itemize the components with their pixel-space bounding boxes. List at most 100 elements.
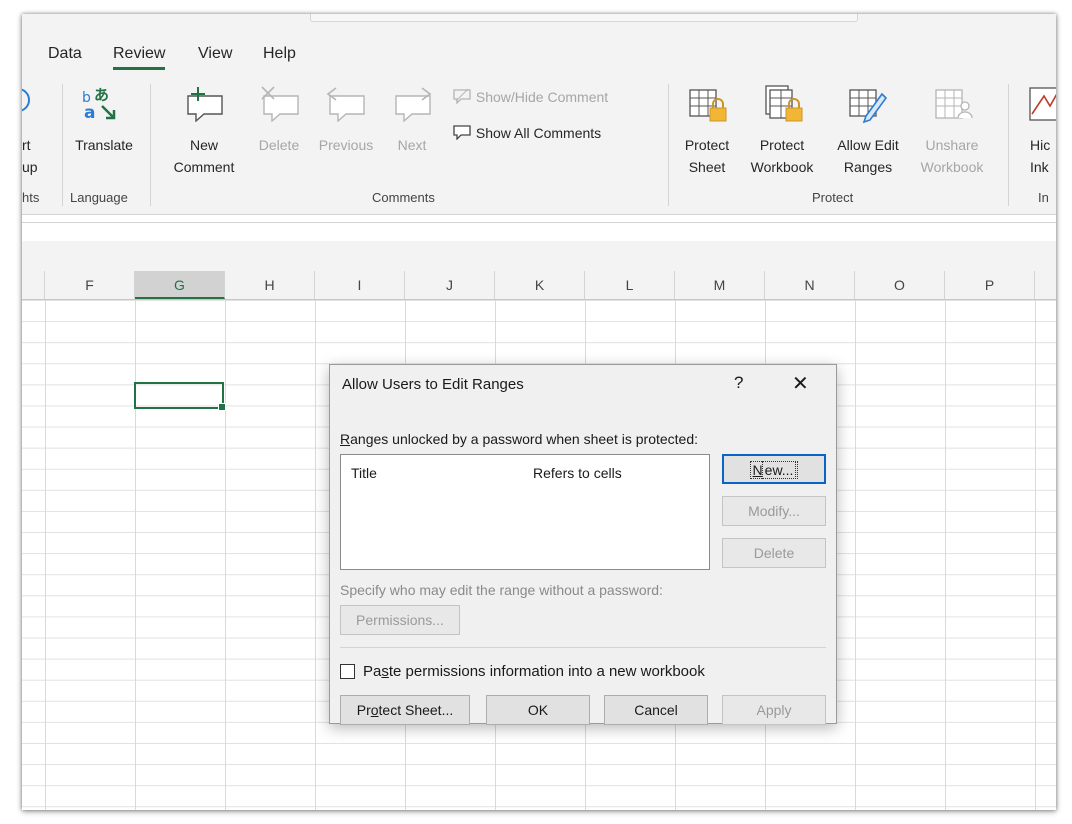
tab-view[interactable]: View <box>198 45 232 63</box>
list-header-refers[interactable]: Refers to cells <box>533 465 622 481</box>
language-group-label: Language <box>70 190 128 205</box>
close-icon[interactable]: ✕ <box>792 371 809 396</box>
new-comment-label-2: Comment <box>173 159 235 175</box>
show-all-comments-label: Show All Comments <box>475 125 602 141</box>
specify-label: Specify who may edit the range without a… <box>340 582 663 598</box>
protect-workbook-button[interactable]: Protect Workbook <box>742 134 822 178</box>
paste-label-pre: Pa <box>363 663 382 680</box>
allow-edit-ranges-label-1: Allow Edit <box>837 137 899 153</box>
smart-lookup-button[interactable]: rt up <box>22 134 38 178</box>
previous-comment-button[interactable]: Previous <box>312 134 380 156</box>
new-comment-label-1: New <box>189 137 218 153</box>
paste-label-mnemonic: s <box>381 663 389 680</box>
search-box[interactable] <box>310 14 858 22</box>
ranges-label: Ranges unlocked by a password when sheet… <box>340 431 698 447</box>
modify-range-button[interactable]: Modify... <box>722 496 826 526</box>
help-button[interactable]: ? <box>734 373 743 393</box>
ranges-list[interactable]: Title Refers to cells <box>340 454 710 570</box>
allow-edit-ranges-icon <box>848 84 888 133</box>
protect-workbook-icon <box>764 84 804 133</box>
protect-label-pre: Pr <box>356 702 371 718</box>
protect-sheet-dialog-button[interactable]: Protect Sheet... <box>340 695 470 725</box>
next-comment-button[interactable]: Next <box>390 134 434 156</box>
show-hide-comment-label: Show/Hide Comment <box>475 89 609 105</box>
allow-edit-ranges-button[interactable]: Allow Edit Ranges <box>828 134 908 178</box>
delete-comment-icon <box>258 86 302 127</box>
new-range-button[interactable]: New... <box>722 454 826 484</box>
insights-group-label: hts <box>22 190 40 205</box>
ribbon: rt up hts b あ a Translate Language New C… <box>22 76 1056 215</box>
column-header-n[interactable]: N <box>765 271 855 299</box>
unshare-workbook-label-1: Unshare <box>925 137 979 153</box>
group-separator <box>150 84 151 206</box>
ranges-label-text: anges unlocked by a password when sheet … <box>350 431 699 447</box>
cancel-button[interactable]: Cancel <box>604 695 708 725</box>
paste-permissions-checkbox[interactable] <box>340 664 355 679</box>
new-mnemonic: N <box>752 462 763 478</box>
next-comment-icon <box>392 86 436 127</box>
active-cell-g[interactable] <box>134 382 226 411</box>
column-header-m[interactable]: M <box>675 271 765 299</box>
translate-icon: b あ a <box>80 84 120 127</box>
delete-comment-button[interactable]: Delete <box>254 134 304 156</box>
protect-sheet-label-2: Sheet <box>688 159 726 175</box>
column-header-k[interactable]: K <box>495 271 585 299</box>
new-label-rest: ew... <box>761 461 797 479</box>
svg-text:あ: あ <box>94 86 109 104</box>
previous-comment-icon <box>322 86 366 127</box>
show-hide-comment-button[interactable]: Show/Hide Comment <box>452 88 608 105</box>
allow-edit-ranges-label-2: Ranges <box>843 159 893 175</box>
protect-workbook-label-1: Protect <box>759 137 805 153</box>
unshare-workbook-label-2: Workbook <box>920 159 984 175</box>
sheet-toolbar-gap <box>22 241 1056 271</box>
permissions-button[interactable]: Permissions... <box>340 605 460 635</box>
tab-review[interactable]: Review <box>113 45 166 70</box>
new-comment-button[interactable]: New Comment <box>162 134 246 178</box>
column-headers: F G H I J K L M N O P <box>22 271 1056 300</box>
smart-lookup-icon <box>22 86 36 121</box>
column-header-g[interactable]: G <box>135 271 225 299</box>
show-hide-comment-icon <box>452 88 476 105</box>
tab-data[interactable]: Data <box>48 45 82 63</box>
list-header-title[interactable]: Title <box>351 465 377 481</box>
ink-group-label: In <box>1038 190 1049 205</box>
column-header-h[interactable]: H <box>225 271 315 299</box>
apply-button[interactable]: Apply <box>722 695 826 725</box>
paste-label-post: te permissions information into a new wo… <box>388 663 705 680</box>
column-header-partial <box>22 271 45 299</box>
column-header-i[interactable]: I <box>315 271 405 299</box>
protect-workbook-label-2: Workbook <box>750 159 814 175</box>
excel-window: Data Review View Help rt up hts b あ a Tr… <box>22 14 1056 810</box>
protect-label-post: tect Sheet... <box>378 702 454 718</box>
comments-group-label: Comments <box>372 190 435 205</box>
smart-lookup-label-2: up <box>22 159 38 175</box>
hide-ink-label-1: Hic <box>1030 137 1051 153</box>
new-range-label: New... <box>749 461 799 479</box>
smart-lookup-label-1: rt <box>22 137 31 153</box>
svg-text:a: a <box>84 103 95 122</box>
column-header-l[interactable]: L <box>585 271 675 299</box>
protect-sheet-button[interactable]: Protect Sheet <box>674 134 740 178</box>
group-separator <box>668 84 669 206</box>
dialog-divider <box>340 647 826 648</box>
column-header-p[interactable]: P <box>945 271 1035 299</box>
translate-button[interactable]: Translate <box>70 134 138 156</box>
protect-label-mnemonic: o <box>370 702 379 718</box>
title-bar <box>22 14 1056 36</box>
delete-range-button[interactable]: Delete <box>722 538 826 568</box>
hide-ink-label-2: Ink <box>1030 159 1049 175</box>
group-separator <box>1008 84 1009 206</box>
group-separator <box>62 84 63 206</box>
new-comment-icon <box>182 86 226 127</box>
column-header-f[interactable]: F <box>45 271 135 299</box>
column-header-j[interactable]: J <box>405 271 495 299</box>
paste-permissions-label[interactable]: Paste permissions information into a new… <box>363 663 705 680</box>
ok-button[interactable]: OK <box>486 695 590 725</box>
column-header-o[interactable]: O <box>855 271 945 299</box>
show-all-comments-button[interactable]: Show All Comments <box>452 124 601 141</box>
tab-help[interactable]: Help <box>263 45 296 63</box>
hide-ink-icon <box>1028 84 1056 129</box>
formula-bar[interactable] <box>22 222 1056 242</box>
hide-ink-button[interactable]: Hic Ink <box>1030 134 1050 178</box>
unshare-workbook-button[interactable]: Unshare Workbook <box>910 134 994 178</box>
